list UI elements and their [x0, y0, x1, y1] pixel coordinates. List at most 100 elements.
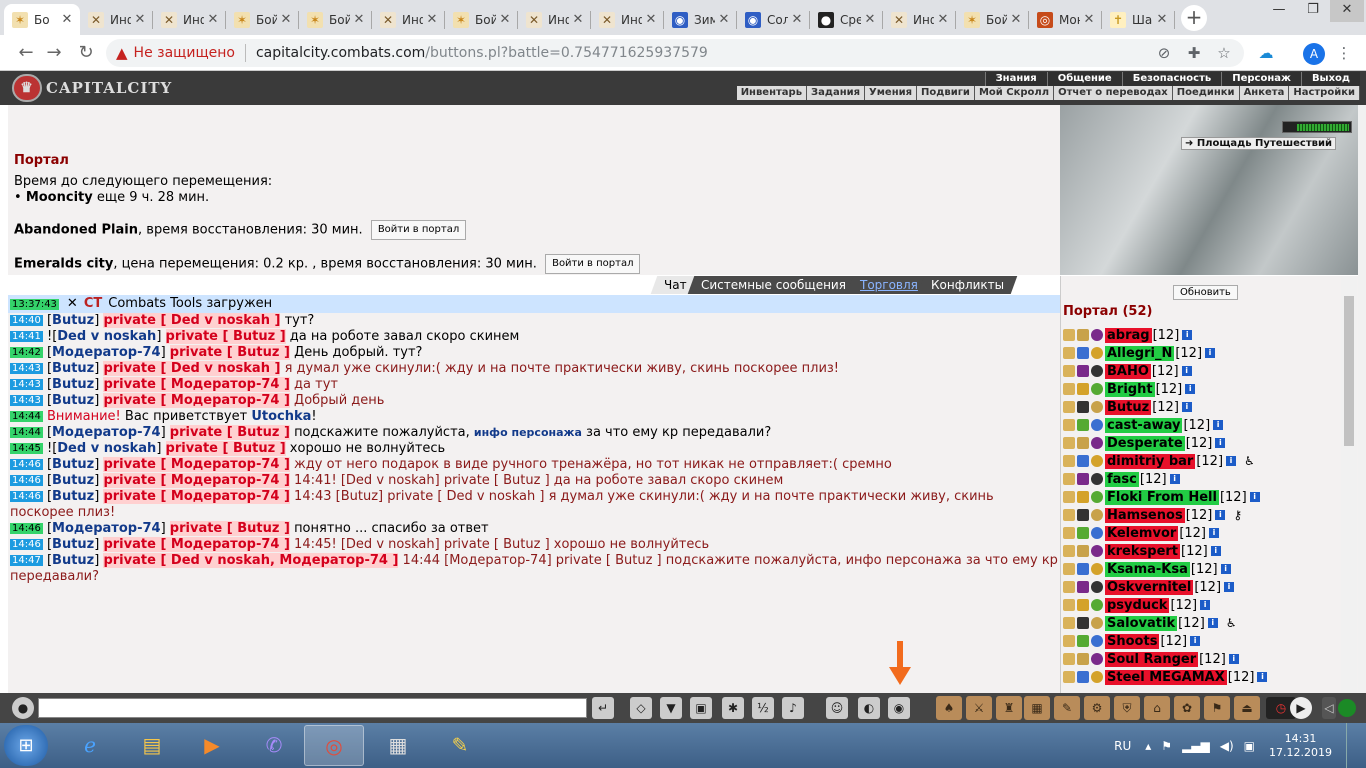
- close-tab-icon[interactable]: ✕: [423, 12, 441, 27]
- user-row[interactable]: Shoots [12] i: [1063, 632, 1343, 650]
- bag-icon[interactable]: ♜: [996, 696, 1022, 720]
- user-row[interactable]: krekspert [12] i: [1063, 542, 1343, 560]
- browser-tab[interactable]: ◉ Солне✕: [737, 4, 810, 35]
- smiley-icon[interactable]: ☺: [826, 697, 848, 719]
- user-info-icon[interactable]: i: [1226, 456, 1237, 466]
- scroll-icon[interactable]: ✎: [1054, 696, 1080, 720]
- user-info-icon[interactable]: i: [1181, 366, 1192, 376]
- user-info-icon[interactable]: i: [1190, 636, 1201, 646]
- user-row[interactable]: psyduck [12] i: [1063, 596, 1343, 614]
- browser-tab[interactable]: ✝ Шарм✕: [1102, 4, 1175, 35]
- sender-name[interactable]: Butuz: [52, 473, 94, 488]
- sub-menu-item[interactable]: Мой Скролл: [975, 86, 1055, 100]
- close-tab-icon[interactable]: ✕: [1080, 12, 1098, 27]
- close-tab-icon[interactable]: ✕: [861, 12, 879, 27]
- close-tab-icon[interactable]: ✕: [569, 12, 587, 27]
- user-info-icon[interactable]: i: [1213, 420, 1224, 430]
- explorer-icon[interactable]: ▤: [122, 725, 182, 766]
- sword-icon[interactable]: ⚔: [966, 696, 992, 720]
- user-info-icon[interactable]: i: [1220, 564, 1231, 574]
- chat-input[interactable]: [38, 698, 587, 718]
- private-recipient[interactable]: private [ Ded v noskah ]: [103, 313, 281, 328]
- browser-tab[interactable]: ● Средн✕: [810, 4, 883, 35]
- clock[interactable]: 14:31 17.12.2019: [1269, 732, 1332, 760]
- user-name[interactable]: Hamsenos: [1105, 507, 1185, 523]
- browser-tab[interactable]: ✶ Бойцо✕: [299, 4, 372, 35]
- chat-timestamp[interactable]: 14:46: [10, 539, 43, 550]
- chat-timestamp[interactable]: 14:46: [10, 491, 43, 502]
- user-info-icon[interactable]: i: [1169, 474, 1180, 484]
- close-tab-icon[interactable]: ✕: [788, 12, 806, 27]
- hood-icon[interactable]: ♠: [936, 696, 962, 720]
- user-name[interactable]: Bright: [1105, 381, 1155, 397]
- user-info-icon[interactable]: i: [1207, 618, 1218, 628]
- sub-menu-item[interactable]: Задания: [807, 86, 866, 100]
- private-recipient[interactable]: private [ Butuz ]: [165, 441, 286, 456]
- top-menu-item[interactable]: Выход: [1300, 72, 1360, 86]
- extensions-icon[interactable]: ✚: [1184, 43, 1204, 63]
- browser-tab[interactable]: ◉ Зимн✕: [664, 4, 737, 35]
- user-info-icon[interactable]: i: [1215, 438, 1226, 448]
- user-name[interactable]: cast-away: [1105, 417, 1183, 433]
- network-icon[interactable]: ▂▄▆: [1182, 739, 1210, 753]
- chat-timestamp[interactable]: 14:43: [10, 395, 43, 406]
- chat-timestamp[interactable]: 14:40: [10, 315, 43, 326]
- close-tab-icon[interactable]: ✕: [1153, 12, 1171, 27]
- sender-name[interactable]: Ded v noskah: [57, 441, 156, 456]
- tray-arrow-icon[interactable]: ▴: [1145, 739, 1151, 753]
- user-row[interactable]: Steel MEGAMAX [12] i: [1063, 668, 1343, 686]
- user-info-icon[interactable]: i: [1257, 672, 1268, 682]
- private-recipient[interactable]: private [ Butuz ]: [169, 425, 290, 440]
- site-settings-icon[interactable]: ⊘: [1154, 43, 1174, 63]
- user-name[interactable]: Desperate: [1105, 435, 1185, 451]
- user-name[interactable]: fasc: [1105, 471, 1139, 487]
- private-recipient[interactable]: private [ Модератор-74 ]: [103, 457, 290, 472]
- send-icon[interactable]: ↵: [592, 697, 614, 719]
- enter-portal-button-plain[interactable]: Войти в портал: [370, 220, 467, 240]
- chat-tab[interactable]: Системные сообщения: [687, 276, 859, 294]
- new-tab-button[interactable]: +: [1181, 5, 1207, 31]
- user-info-icon[interactable]: i: [1182, 330, 1193, 340]
- user-name[interactable]: krekspert: [1105, 543, 1181, 559]
- private-recipient[interactable]: private [ Ded v noskah ]: [103, 361, 281, 376]
- close-tab-icon[interactable]: ✕: [131, 12, 149, 27]
- close-tab-icon[interactable]: ✕: [277, 12, 295, 27]
- user-name[interactable]: Butuz: [1105, 399, 1152, 415]
- user-row[interactable]: BAHO [12] i: [1063, 362, 1343, 380]
- browser-tab[interactable]: ✕Инфо✕: [80, 4, 153, 35]
- media-player-icon[interactable]: ▶: [182, 725, 242, 766]
- smile-face-icon[interactable]: ●: [12, 697, 34, 719]
- app-tray-icon[interactable]: ▣: [1244, 739, 1255, 753]
- user-info-icon[interactable]: i: [1185, 384, 1196, 394]
- chat-tab[interactable]: Конфликты: [918, 276, 1018, 294]
- user-name[interactable]: Soul Ranger: [1105, 651, 1199, 667]
- close-tab-icon[interactable]: ✕: [58, 12, 76, 27]
- sender-name[interactable]: Butuz: [52, 537, 94, 552]
- sender-name[interactable]: Butuz: [52, 553, 94, 568]
- user-info-icon[interactable]: i: [1209, 528, 1219, 538]
- volume-icon[interactable]: ◁: [1322, 697, 1336, 719]
- browser-tab[interactable]: ✕Инфо✕: [883, 4, 956, 35]
- user-info-icon[interactable]: i: [1249, 492, 1260, 502]
- location-button[interactable]: ➜ Площадь Путешествий: [1180, 137, 1336, 150]
- music-icon[interactable]: ♪: [782, 697, 804, 719]
- browser-tab[interactable]: ✶ Бойцо✕: [226, 4, 299, 35]
- sender-name[interactable]: Butuz: [52, 393, 94, 408]
- user-name[interactable]: Kelemvor: [1105, 525, 1179, 541]
- user-name[interactable]: psyduck: [1105, 597, 1170, 613]
- user-info-icon[interactable]: i: [1200, 600, 1211, 610]
- sub-menu-item[interactable]: Настройки: [1289, 86, 1360, 100]
- system-name[interactable]: Utochka: [251, 409, 311, 424]
- forward-button[interactable]: →: [42, 41, 66, 65]
- private-recipient[interactable]: private [ Модератор-74 ]: [103, 473, 290, 488]
- sender-name[interactable]: Модератор-74: [52, 345, 161, 360]
- user-name[interactable]: Ksama-Ksa: [1105, 561, 1190, 577]
- browser-tab[interactable]: ✶ Бо ✕: [4, 4, 80, 35]
- private-recipient[interactable]: private [ Ded v noskah, Модератор-74 ]: [103, 553, 399, 568]
- close-window-button[interactable]: ✕: [1330, 0, 1364, 22]
- user-row[interactable]: Kelemvor [12] i: [1063, 524, 1343, 542]
- show-desktop-button[interactable]: [1346, 723, 1358, 768]
- user-row[interactable]: Soul Ranger [12] i: [1063, 650, 1343, 668]
- enter-portal-button-emeralds[interactable]: Войти в портал: [545, 254, 641, 274]
- flag-tray-icon[interactable]: ⚑: [1161, 739, 1172, 753]
